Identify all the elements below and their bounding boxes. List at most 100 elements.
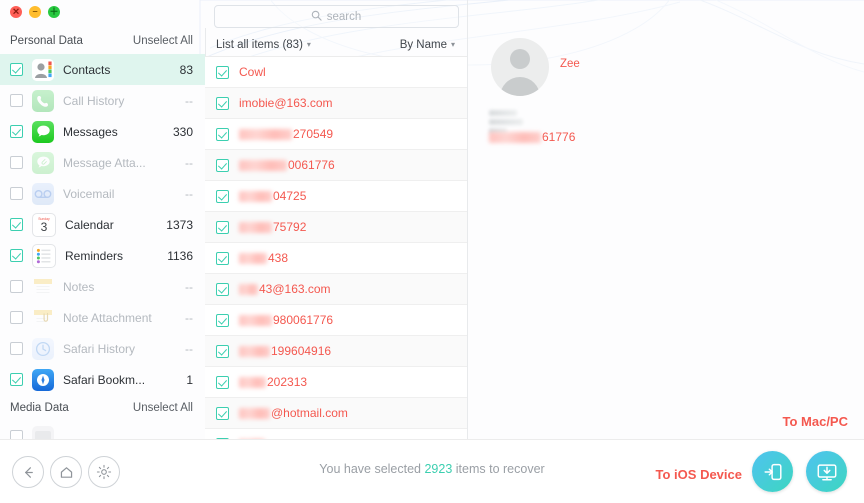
list-item-text: 438 <box>239 251 288 265</box>
list-item-visible-text: 202313 <box>267 375 308 389</box>
list-item[interactable]: 202313 <box>205 367 467 398</box>
voicemail-icon <box>32 182 54 205</box>
checkbox-messages[interactable] <box>10 125 23 138</box>
checkbox-call-history[interactable] <box>10 94 23 107</box>
unselect-all-personal[interactable]: Unselect All <box>133 35 193 47</box>
checkbox-voicemail[interactable] <box>10 187 23 200</box>
list-item-checkbox[interactable] <box>216 127 229 141</box>
sidebar-item-reminders[interactable]: Reminders 1136 <box>0 240 205 271</box>
sidebar-item-contacts[interactable]: Contacts 83 <box>0 54 205 85</box>
minimize-icon: − <box>32 6 38 16</box>
list-item[interactable]: 43@163.com <box>205 274 467 305</box>
list-item-text: 270549 <box>239 127 333 141</box>
checkbox-reminders[interactable] <box>10 249 23 262</box>
sidebar-item-safari-history[interactable]: Safari History -- <box>0 333 205 364</box>
section-title: Personal Data <box>10 35 83 47</box>
avatar <box>491 38 549 96</box>
list-item-visible-text: imobie@163.com <box>239 96 333 110</box>
sidebar-item-count: 1136 <box>167 248 193 263</box>
window-controls: ✕ − ＋ <box>10 6 60 18</box>
list-item-visible-text: 75792 <box>273 220 307 234</box>
list-item-text: 75792 <box>239 220 306 234</box>
reminders-list-icon <box>32 243 56 268</box>
filter-dropdown[interactable]: List all items (83) ▾ <box>216 39 311 51</box>
status-suffix: items to recover <box>452 462 545 476</box>
list-item[interactable]: 04725 <box>205 181 467 212</box>
list-item-checkbox[interactable] <box>216 65 229 79</box>
sidebar-item-safari-bookmarks[interactable]: Safari Bookm... 1 <box>0 364 205 395</box>
sidebar-item-calendar[interactable]: Sunday 3 Calendar 1373 <box>0 209 205 240</box>
list-item-checkbox[interactable] <box>216 406 229 420</box>
list-item-text: @hotmail.com <box>239 406 348 420</box>
list-item-text: 0061776 <box>239 158 335 172</box>
list-item[interactable]: 438 <box>205 243 467 274</box>
list-item[interactable]: 199604916 <box>205 336 467 367</box>
avatar-head <box>510 49 530 69</box>
checkbox-safari-bookmarks[interactable] <box>10 373 23 386</box>
sidebar-item-label: Call History <box>63 93 125 108</box>
checkbox-safari-history[interactable] <box>10 342 23 355</box>
list-item[interactable]: 980061776 <box>205 305 467 336</box>
list-item[interactable]: 270549 <box>205 119 467 150</box>
checkbox-notes[interactable] <box>10 280 23 293</box>
checkbox-contacts[interactable] <box>10 63 23 76</box>
list-item-checkbox[interactable] <box>216 189 229 203</box>
minimize-button[interactable]: − <box>29 6 41 18</box>
sidebar-item-messages[interactable]: Messages 330 <box>0 116 205 147</box>
list-item-text: 980061776 <box>239 313 333 327</box>
to-ios-device-label: To iOS Device <box>655 467 742 482</box>
sort-label: By Name <box>399 38 447 51</box>
list-item-checkbox[interactable] <box>216 158 229 172</box>
sidebar-item-voicemail[interactable]: Voicemail -- <box>0 178 205 209</box>
bottom-bar: You have selected 2923 items to recover … <box>0 414 864 503</box>
safari-history-icon <box>32 337 54 360</box>
close-icon: ✕ <box>12 6 20 16</box>
sidebar-item-label: Safari History <box>63 341 136 356</box>
list-item[interactable]: Cowl <box>205 57 467 88</box>
list-item-checkbox[interactable] <box>216 344 229 358</box>
title-bar: ✕ − ＋ <box>0 0 205 28</box>
sidebar-item-note-attachment[interactable]: Note Attachment -- <box>0 302 205 333</box>
list-item-checkbox[interactable] <box>216 251 229 265</box>
checkbox-note-attachment[interactable] <box>10 311 23 324</box>
list-item-checkbox[interactable] <box>216 282 229 296</box>
chevron-down-icon: ▾ <box>450 40 455 49</box>
checkbox-message-attachments[interactable] <box>10 156 23 169</box>
list-item[interactable]: 75792 <box>205 212 467 243</box>
sidebar-item-notes[interactable]: Notes -- <box>0 271 205 302</box>
checkbox-calendar[interactable] <box>10 218 23 231</box>
app-window: ✕ − ＋ Personal Data Unselect All Contact… <box>0 0 864 503</box>
list-toolbar: List all items (83) ▾ By Name ▾ <box>205 33 467 57</box>
photos-icon <box>32 425 54 440</box>
redacted-text <box>239 159 287 171</box>
list-item-checkbox[interactable] <box>216 375 229 389</box>
list-item[interactable]: 0061776 <box>205 150 467 181</box>
contact-phone-visible: 61776 <box>542 130 576 144</box>
sidebar-item-count: -- <box>185 186 193 201</box>
download-to-computer-icon <box>817 463 836 481</box>
sidebar-item-label: Calendar <box>65 217 114 232</box>
sidebar-item-call-history[interactable]: Call History -- <box>0 85 205 116</box>
list-item-visible-text: @hotmail.com <box>271 406 348 420</box>
search-icon <box>311 10 322 24</box>
sidebar-item-count: 83 <box>179 62 193 77</box>
maximize-button[interactable]: ＋ <box>48 6 60 18</box>
sidebar-item-label: Reminders <box>65 248 124 263</box>
list-item-checkbox[interactable] <box>216 96 229 110</box>
list-item-checkbox[interactable] <box>216 220 229 234</box>
maximize-icon: ＋ <box>49 6 59 16</box>
contact-phone-value: 61776 <box>489 130 575 144</box>
list-item[interactable]: @hotmail.com <box>205 398 467 429</box>
sidebar-item-message-attachments[interactable]: Message Atta... -- <box>0 147 205 178</box>
status-prefix: You have selected <box>319 462 425 476</box>
list-item[interactable]: imobie@163.com <box>205 88 467 119</box>
list-item-visible-text: 0061776 <box>288 158 335 172</box>
sidebar-item-photos[interactable] <box>0 421 205 440</box>
recover-to-mac-pc-button[interactable] <box>806 451 847 492</box>
close-button[interactable]: ✕ <box>10 6 22 18</box>
unselect-all-media[interactable]: Unselect All <box>133 402 193 414</box>
sort-dropdown[interactable]: By Name ▾ <box>400 39 455 51</box>
list-item-checkbox[interactable] <box>216 313 229 327</box>
recover-to-ios-device-button[interactable] <box>752 451 793 492</box>
search-input[interactable]: search <box>213 5 459 28</box>
